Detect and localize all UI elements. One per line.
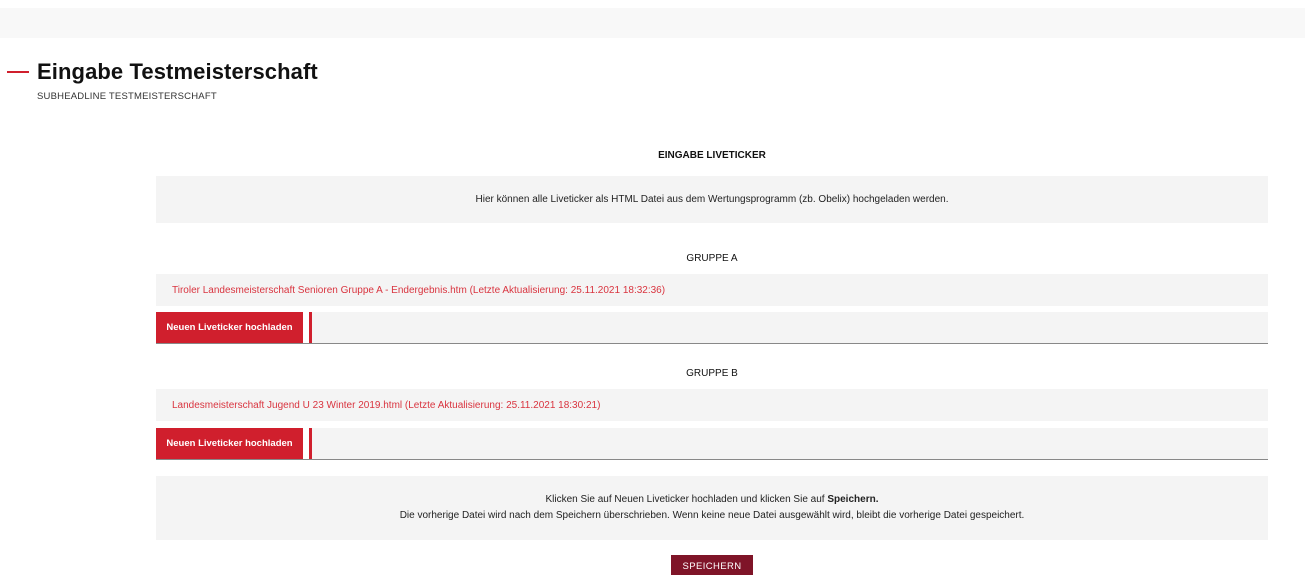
page-title: Eingabe Testmeisterschaft xyxy=(37,59,318,84)
instructions-line-2: Die vorherige Datei wird nach dem Speich… xyxy=(399,510,1025,521)
group-a-file-field[interactable] xyxy=(309,312,1268,343)
save-button[interactable]: SPEICHERN xyxy=(671,555,753,575)
group-b-file-link[interactable]: Landesmeisterschaft Jugend U 23 Winter 2… xyxy=(156,389,1268,421)
instructions-line-1: Klicken Sie auf Neuen Liveticker hochlad… xyxy=(546,492,879,508)
group-b-upload-button[interactable]: Neuen Liveticker hochladen xyxy=(156,428,303,459)
page-subheadline: SUBHEADLINE TESTMEISTERSCHAFT xyxy=(37,91,217,102)
group-b-file-field[interactable] xyxy=(309,428,1268,459)
group-b-title: GRUPPE B xyxy=(686,368,738,379)
group-a-upload-button[interactable]: Neuen Liveticker hochladen xyxy=(156,312,303,343)
info-box: Hier können alle Liveticker als HTML Dat… xyxy=(156,176,1268,223)
top-bar xyxy=(0,8,1305,38)
group-b-upload-row: Neuen Liveticker hochladen xyxy=(156,428,1268,460)
instructions-box: Klicken Sie auf Neuen Liveticker hochlad… xyxy=(156,476,1268,540)
section-title-liveticker: EINGABE LIVETICKER xyxy=(658,150,766,161)
page-header: Eingabe Testmeisterschaft xyxy=(0,58,318,86)
instructions-line-1-text: Klicken Sie auf Neuen Liveticker hochlad… xyxy=(545,494,828,505)
instructions-save-word: Speichern. xyxy=(827,494,879,505)
title-accent-dash xyxy=(7,71,29,73)
group-a-title: GRUPPE A xyxy=(686,253,738,264)
info-text: Hier können alle Liveticker als HTML Dat… xyxy=(475,193,949,205)
group-a-upload-row: Neuen Liveticker hochladen xyxy=(156,312,1268,344)
group-a-file-link[interactable]: Tiroler Landesmeisterschaft Senioren Gru… xyxy=(156,274,1268,306)
